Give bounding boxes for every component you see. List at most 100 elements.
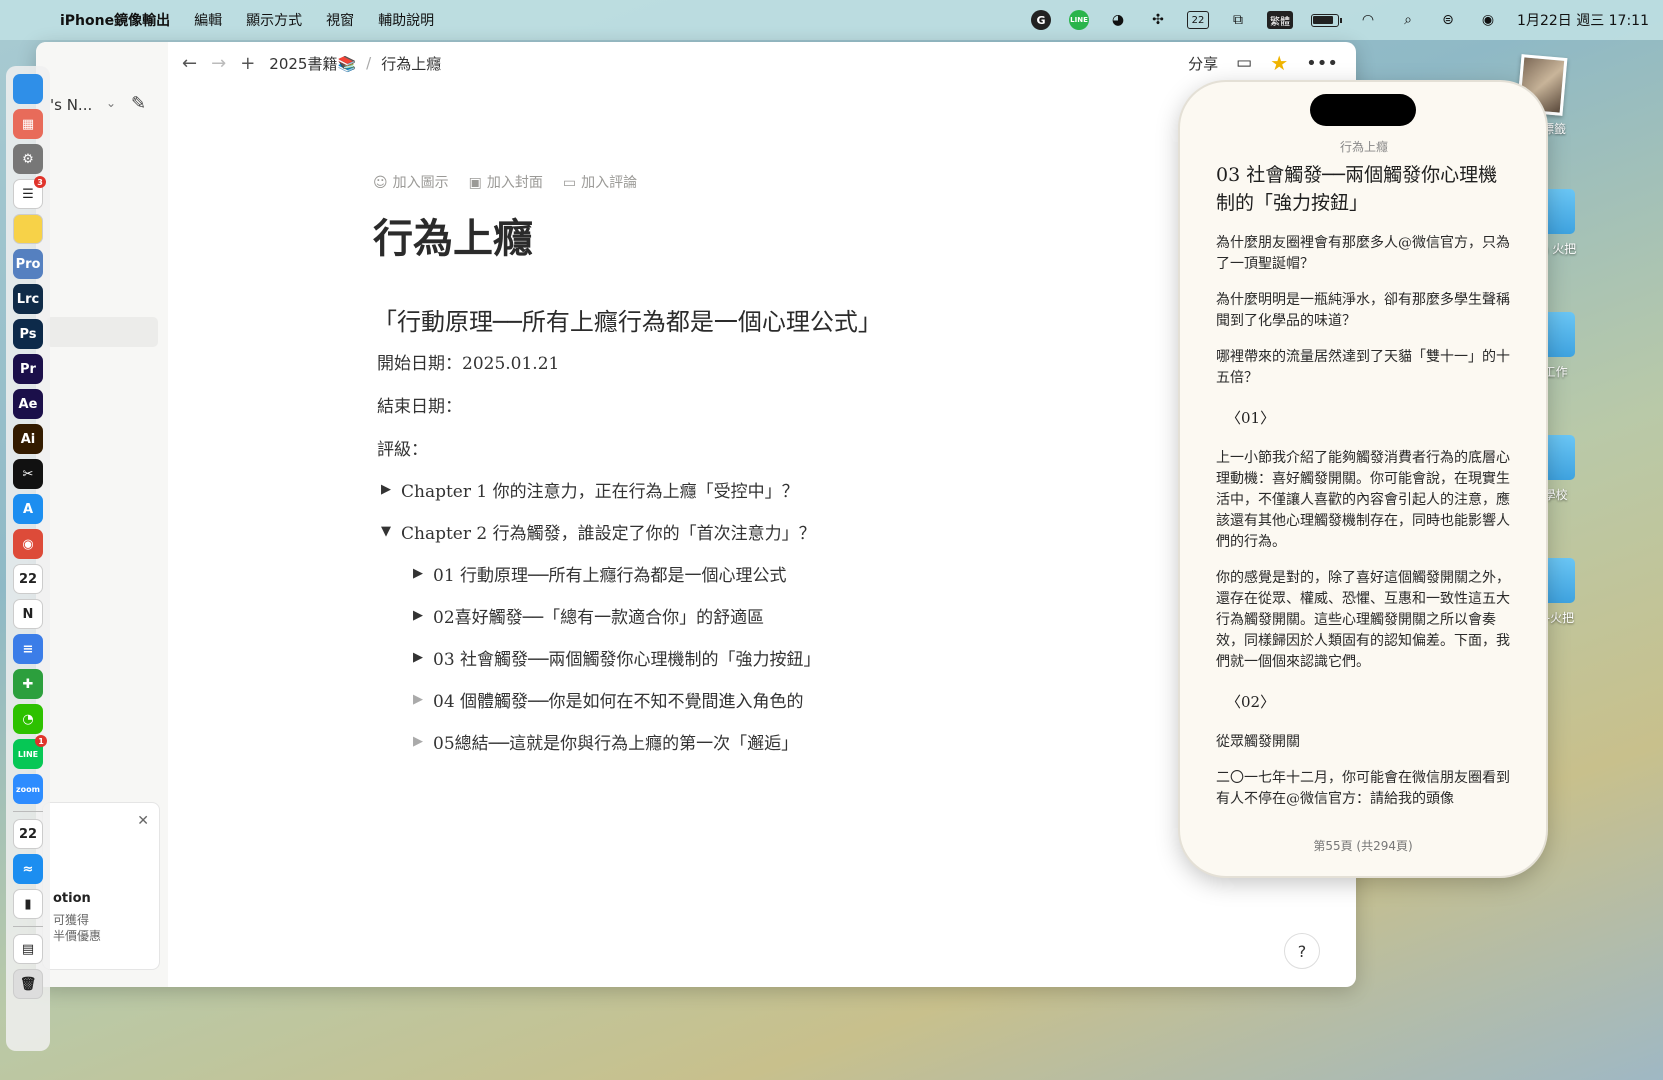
new-page-icon[interactable]: ✎ — [131, 93, 146, 114]
search-icon[interactable]: ⌕ — [1397, 10, 1419, 30]
toggle-collapsed-icon[interactable]: ▶ — [405, 734, 433, 749]
add-comment-button[interactable]: ▭ 加入評論 — [563, 172, 637, 192]
menu-help[interactable]: 輔助說明 — [378, 10, 434, 30]
subchapter-label: 02喜好觸發──「總有一款適合你」的舒適區 — [433, 608, 765, 628]
notion-sidebar: 's N... ⌄ ✎ ✕ otion 可獲得 半價優惠 — [36, 42, 168, 987]
wechat-tray-icon[interactable]: ◕ — [1107, 10, 1129, 30]
wifi-icon[interactable]: ◠ — [1357, 10, 1379, 30]
reader-paragraph: 哪裡帶來的流量居然達到了天貓「雙十一」的十五倍？ — [1216, 349, 1510, 386]
comments-icon[interactable]: ▭ — [1236, 53, 1252, 73]
page-title[interactable]: 行為上癮 — [373, 206, 1153, 264]
toggle-subchapter-01[interactable]: ▶ 01 行動原理──所有上癮行為都是一個心理公式 — [373, 561, 1153, 586]
workspace-name[interactable]: 's N... — [50, 96, 92, 114]
numbers-glyph: ✚ — [22, 676, 34, 692]
illustrator-icon[interactable]: Ai — [13, 424, 43, 454]
iphone-mirror-window[interactable]: 行為上癮 03 社會觸發──兩個觸發你心理機制的「強力按鈕」 為什麼朋友圈裡會有… — [1180, 82, 1546, 876]
toggle-expanded-icon[interactable]: ▼ — [373, 524, 401, 539]
preview-glyph: ▤ — [21, 941, 35, 957]
end-date[interactable]: 結束日期： — [373, 392, 1153, 417]
notes-icon[interactable] — [13, 214, 43, 244]
calendar-glyph: 22 — [18, 571, 38, 587]
app-menu[interactable]: iPhone鏡像輸出 — [60, 10, 170, 30]
back-arrow-icon[interactable]: ← — [182, 53, 197, 74]
start-date[interactable]: 開始日期：2025.01.21 — [373, 349, 1153, 374]
promo-card[interactable]: ✕ otion 可獲得 半價優惠 — [42, 802, 160, 970]
subchapter-label: 03 社會觸發──兩個觸發你心理機制的「強力按鈕」 — [433, 650, 821, 670]
premiere-icon[interactable]: Pr — [13, 354, 43, 384]
breadcrumb-current[interactable]: 行為上癮 — [381, 53, 441, 74]
toggle-collapsed-icon[interactable]: ▶ — [405, 566, 433, 581]
clock[interactable]: 1月22日 週三 17:11 — [1517, 10, 1649, 30]
book-reader[interactable]: 行為上癮 03 社會觸發──兩個觸發你心理機制的「強力按鈕」 為什麼朋友圈裡會有… — [1216, 138, 1512, 825]
menu-view[interactable]: 顯示方式 — [246, 10, 302, 30]
system-settings-icon[interactable]: ⚙ — [13, 144, 43, 174]
after-effects-icon[interactable]: Ae — [13, 389, 43, 419]
add-icon-label: 加入圖示 — [392, 175, 449, 191]
preview-icon[interactable]: ▤ — [13, 934, 43, 964]
photoshop-icon[interactable]: Ps — [13, 319, 43, 349]
pro-app-icon[interactable]: Pro — [13, 249, 43, 279]
menu-edit[interactable]: 編輯 — [194, 10, 222, 30]
battery-icon[interactable] — [1311, 13, 1343, 27]
messenger-icon[interactable]: ≈ — [13, 854, 43, 884]
toggle-collapsed-icon[interactable]: ▶ — [373, 482, 401, 497]
subchapter-label: 05總結──這就是你與行為上癮的第一次「邂逅」 — [433, 734, 799, 754]
control-center-icon[interactable]: ⊜ — [1437, 10, 1459, 30]
chrome-icon[interactable]: ◉ — [13, 529, 43, 559]
line-tray-icon[interactable]: LINE — [1069, 10, 1090, 30]
image-icon: ▣ — [468, 175, 482, 191]
fantastical-icon[interactable]: 22 — [13, 819, 43, 849]
siri-icon[interactable]: ◉ — [1477, 10, 1499, 30]
calendar-icon[interactable]: 22 — [13, 564, 43, 594]
iphone-mirroring-icon[interactable]: ▮ — [13, 889, 43, 919]
add-icon-button[interactable]: ☺ 加入圖示 — [373, 172, 449, 192]
trash-icon[interactable]: 🗑 — [13, 969, 43, 999]
dynamic-island — [1310, 94, 1416, 126]
add-cover-button[interactable]: ▣ 加入封面 — [469, 172, 543, 192]
toggle-subchapter-03[interactable]: ▶ 03 社會觸發──兩個觸發你心理機制的「強力按鈕」 — [373, 645, 1153, 670]
notion-icon[interactable]: N — [13, 599, 43, 629]
forward-arrow-icon[interactable]: → — [211, 53, 226, 74]
lightroom-classic-icon[interactable]: Lrc — [13, 284, 43, 314]
toggle-chapter-1[interactable]: ▶ Chapter 1 你的注意力，正在行為上癮「受控中」？ — [373, 477, 1153, 502]
chevron-down-icon[interactable]: ⌄ — [106, 96, 116, 110]
numbers-icon[interactable]: ✚ — [13, 669, 43, 699]
close-icon[interactable]: ✕ — [137, 813, 149, 829]
favorite-star-icon[interactable]: ★ — [1270, 51, 1288, 75]
toggle-collapsed-icon[interactable]: ▶ — [405, 650, 433, 665]
zoom-icon[interactable]: zoom — [13, 774, 43, 804]
premiere-glyph: Pr — [20, 361, 36, 377]
toggle-chapter-2[interactable]: ▼ Chapter 2 行為觸發，誰設定了你的「首次注意力」？ — [373, 519, 1153, 544]
menu-window[interactable]: 視窗 — [326, 10, 354, 30]
app-store-icon[interactable]: A — [13, 494, 43, 524]
launchpad-icon[interactable]: ▦ — [13, 109, 43, 139]
wechat-icon[interactable]: ◔ — [13, 704, 43, 734]
rating[interactable]: 評級： — [373, 435, 1153, 460]
toggle-subchapter-04[interactable]: ▶ 04 個體觸發──你是如何在不知不覺間進入角色的 — [373, 687, 1153, 712]
reminders-icon[interactable]: ☰ 3 — [13, 176, 46, 209]
help-icon: ? — [1297, 941, 1307, 961]
promo-title: otion — [53, 891, 91, 906]
subchapter-label: 01 行動原理──所有上癮行為都是一個心理公式 — [433, 566, 787, 586]
breadcrumb-parent[interactable]: 2025書籍📚 — [269, 53, 356, 74]
capcut-icon[interactable]: ✂ — [13, 459, 43, 489]
docs-icon[interactable]: ≡ — [13, 634, 43, 664]
toggle-collapsed-icon[interactable]: ▶ — [405, 608, 433, 623]
sidebar-selected-item[interactable] — [46, 317, 158, 347]
line-app-icon[interactable]: LINE 1 — [13, 735, 47, 769]
calendar-tray-icon[interactable]: 22 — [1187, 11, 1210, 29]
help-button[interactable]: ? — [1284, 933, 1320, 969]
wechat-glyph: ◔ — [22, 711, 34, 727]
page-heading[interactable]: 「行動原理──所有上癮行為都是一個心理公式」 — [373, 302, 1153, 337]
more-options-icon[interactable]: ••• — [1306, 53, 1338, 74]
toggle-subchapter-02[interactable]: ▶ 02喜好觸發──「總有一款適合你」的舒適區 — [373, 603, 1153, 628]
toggle-subchapter-05[interactable]: ▶ 05總結──這就是你與行為上癮的第一次「邂逅」 — [373, 729, 1153, 754]
window-tray-icon[interactable]: ⧉ — [1227, 10, 1249, 30]
input-method-icon[interactable]: 繁體 — [1267, 11, 1294, 29]
share-button[interactable]: 分享 — [1188, 53, 1218, 74]
toggle-collapsed-icon[interactable]: ▶ — [405, 692, 433, 707]
windmill-icon[interactable]: ✣ — [1147, 10, 1169, 30]
add-icon[interactable]: + — [240, 53, 255, 74]
grammarly-icon[interactable]: G — [1031, 10, 1052, 30]
finder-icon[interactable] — [13, 74, 43, 104]
